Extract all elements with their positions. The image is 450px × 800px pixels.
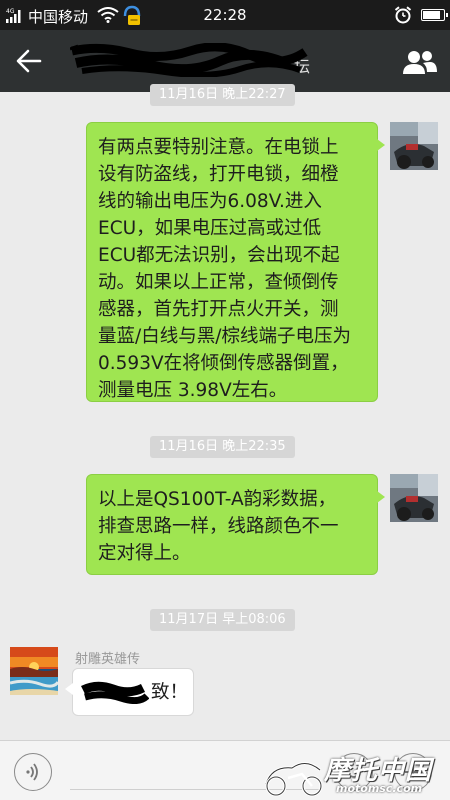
- chat-title: 坛: [70, 43, 322, 77]
- message-text: 以上是QS100T-A韵彩数据， 排查思路一样，线路颜色不一 定对得上。: [98, 489, 339, 564]
- message-timestamp: 11月16日 晚上22:35: [150, 436, 295, 458]
- sent-message-bubble[interactable]: 有两点要特别注意。在电锁上 设有防盗线，打开电锁，细橙 线的输出电压为6.08V…: [86, 122, 385, 402]
- sound-wave-icon: [26, 763, 38, 781]
- received-message-bubble[interactable]: 致！: [65, 668, 194, 716]
- motorcycle-photo-avatar: [390, 474, 438, 522]
- group-contacts-icon[interactable]: [402, 49, 438, 75]
- redaction-scribble: [70, 43, 308, 77]
- sender-name: 射雕英雄传: [75, 652, 141, 667]
- motorcycle-photo-avatar: [390, 122, 438, 170]
- status-time: 22:28: [203, 6, 247, 24]
- my-avatar[interactable]: [390, 122, 438, 170]
- arrow-left-icon[interactable]: [16, 49, 42, 73]
- my-avatar[interactable]: [390, 474, 438, 522]
- sunset-landscape-avatar: [10, 647, 58, 695]
- site-watermark: 摩托中国 motomsc.com: [262, 748, 450, 800]
- battery-icon: [421, 9, 448, 21]
- sender-avatar[interactable]: [10, 647, 58, 695]
- motorcycle-logo-icon: [264, 762, 323, 797]
- status-bar: 4G 中国移动 22:28: [0, 0, 450, 30]
- message-text: 致！: [151, 682, 189, 703]
- sent-message-bubble[interactable]: 以上是QS100T-A韵彩数据， 排查思路一样，线路颜色不一 定对得上。: [86, 474, 385, 575]
- redaction-scribble: [81, 681, 149, 704]
- message-timestamp: 11月16日 晚上22:27: [150, 84, 295, 106]
- message-timestamp: 11月17日 早上08:06: [150, 609, 295, 631]
- chat-header: 坛: [0, 30, 450, 92]
- watermark-url: motomsc.com: [336, 782, 423, 795]
- voice-input-button[interactable]: [14, 753, 52, 791]
- message-text: 有两点要特别注意。在电锁上 设有防盗线，打开电锁，细橙 线的输出电压为6.08V…: [98, 137, 351, 401]
- alarm-clock-icon: [394, 6, 412, 24]
